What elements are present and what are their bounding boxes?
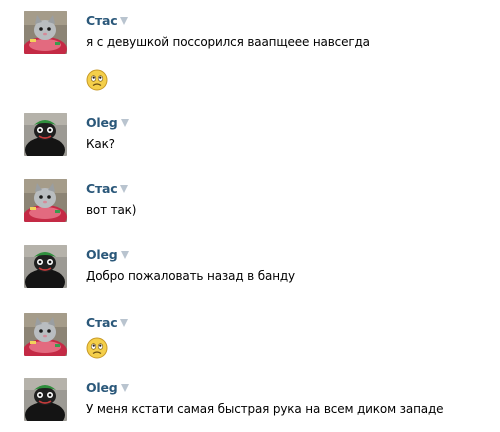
avatar[interactable]: [24, 179, 67, 222]
avatar[interactable]: [24, 113, 67, 156]
creature-avatar-icon: [24, 245, 67, 288]
dropdown-caret-icon[interactable]: [120, 16, 129, 25]
creature-avatar-icon: [24, 113, 67, 156]
cat-avatar-icon: [24, 179, 67, 222]
worried-face-icon: [86, 337, 108, 359]
author-name[interactable]: Oleg: [86, 115, 118, 130]
author-line: Oleg: [86, 114, 129, 130]
avatar[interactable]: [24, 313, 67, 356]
message-text: вот так): [86, 203, 137, 217]
author-line: Oleg: [86, 379, 129, 395]
message-text: Как?: [86, 137, 115, 151]
dropdown-caret-icon[interactable]: [120, 250, 129, 259]
author-name[interactable]: Стас: [86, 181, 118, 196]
author-name[interactable]: Стас: [86, 315, 118, 330]
message-text: я с девушкой поссорился ваапщеее навсегд…: [86, 35, 370, 49]
message-item: Стас я с девушкой поссорился ваапщеее на…: [24, 11, 494, 91]
cat-avatar-icon: [24, 11, 67, 54]
author-name[interactable]: Oleg: [86, 380, 118, 395]
message-item: Oleg Как?: [24, 113, 494, 158]
message-item: Oleg Добро пожаловать назад в банду: [24, 245, 494, 290]
cat-avatar-icon: [24, 313, 67, 356]
dropdown-caret-icon[interactable]: [120, 318, 129, 327]
message-item: Стас: [24, 313, 494, 363]
dropdown-caret-icon[interactable]: [120, 383, 129, 392]
message-item: Стас вот так): [24, 179, 494, 224]
message-text: Добро пожаловать назад в банду: [86, 269, 295, 283]
dropdown-caret-icon[interactable]: [120, 118, 129, 127]
message-item: Oleg У меня кстати самая быстрая рука на…: [24, 378, 494, 423]
author-line: Стас: [86, 180, 129, 196]
creature-avatar-icon: [24, 378, 67, 421]
avatar[interactable]: [24, 245, 67, 288]
dropdown-caret-icon[interactable]: [120, 184, 129, 193]
avatar[interactable]: [24, 378, 67, 421]
message-text: У меня кстати самая быстрая рука на всем…: [86, 402, 444, 416]
author-line: Стас: [86, 314, 129, 330]
avatar[interactable]: [24, 11, 67, 54]
author-line: Oleg: [86, 246, 129, 262]
author-name[interactable]: Стас: [86, 13, 118, 28]
worried-face-icon: [86, 69, 108, 91]
author-name[interactable]: Oleg: [86, 247, 118, 262]
author-line: Стас: [86, 12, 129, 28]
